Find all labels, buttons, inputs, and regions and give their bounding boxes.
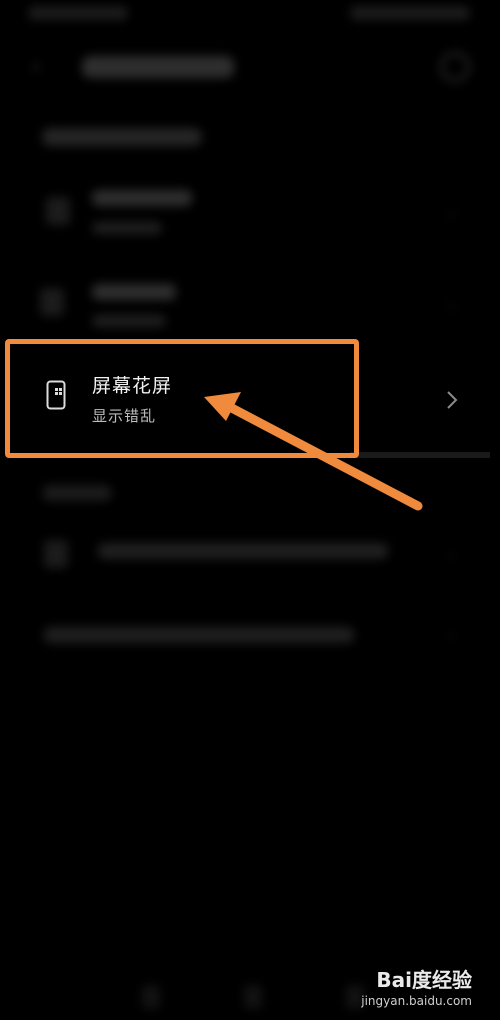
row-title [44,627,354,643]
annotation-arrow [204,392,423,511]
nav-back-button[interactable] [142,985,160,1009]
back-arrow-icon[interactable]: ‹ [32,54,52,78]
nav-home-button[interactable] [244,985,262,1009]
item-subtitle: 显示错乱 [92,407,157,425]
row-title [98,543,388,559]
chevron-right-icon[interactable]: › [448,296,458,315]
row-title [92,284,176,300]
chevron-right-icon[interactable]: › [448,626,458,645]
watermark-logo: Bai度经验 [376,968,472,992]
row-subtitle [92,315,166,327]
row-icon [40,288,64,316]
status-bar-left [28,6,128,20]
item-title[interactable]: 屏幕花屏 [92,371,172,398]
row-icon [44,540,68,568]
divider [350,452,490,458]
page-title [82,56,234,78]
chevron-right-icon[interactable] [444,388,460,412]
row-subtitle [92,222,162,234]
status-bar-right [350,6,470,20]
chevron-right-icon[interactable]: › [448,546,458,565]
search-icon[interactable] [440,52,470,82]
row-title [92,190,192,206]
watermark-site: jingyan.baidu.com [361,994,472,1008]
section-header [42,485,112,501]
section-header [42,128,202,146]
phone-icon [46,380,66,410]
row-icon [46,197,70,225]
chevron-right-icon[interactable]: › [448,204,458,223]
watermark: Bai度经验 jingyan.baidu.com [352,964,472,1014]
